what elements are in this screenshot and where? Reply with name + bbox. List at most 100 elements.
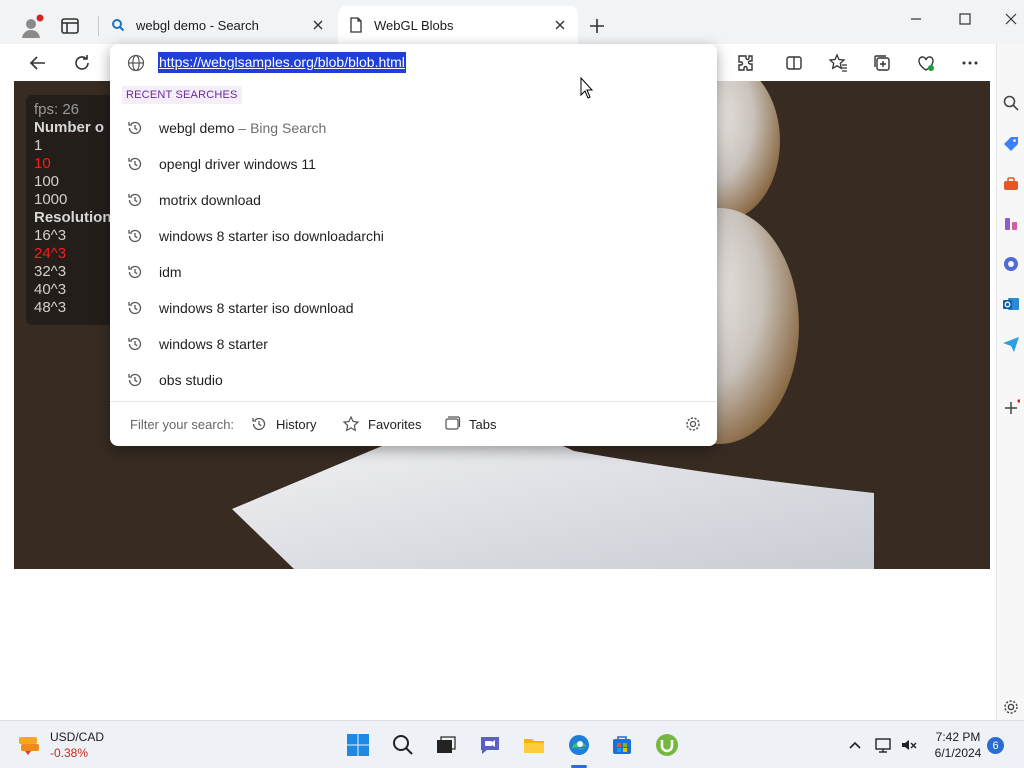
sidebar-settings-icon[interactable] — [1001, 697, 1021, 717]
teams-chat-icon[interactable] — [477, 732, 503, 758]
edge-sidebar — [996, 44, 1024, 720]
start-button[interactable] — [345, 732, 371, 758]
suggestion-text: idm — [159, 264, 182, 280]
address-bar-dropdown: https://webglsamples.org/blob/blob.html … — [110, 44, 717, 446]
history-icon — [126, 263, 144, 281]
widget-title[interactable]: USD/CAD — [50, 730, 104, 744]
volume-muted-icon[interactable] — [896, 732, 922, 758]
collections-icon[interactable] — [870, 51, 894, 75]
microsoft-365-icon[interactable] — [1001, 254, 1021, 274]
suggestion-item[interactable]: windows 8 starter iso downloadarchi — [110, 218, 717, 254]
suggestion-item[interactable]: windows 8 starter iso download — [110, 290, 717, 326]
minimize-button[interactable] — [903, 8, 929, 30]
add-sidebar-icon[interactable] — [1001, 398, 1021, 418]
suggestion-text: windows 8 starter — [159, 336, 268, 352]
shopping-tag-icon[interactable] — [1001, 134, 1021, 154]
close-tab-icon[interactable] — [310, 17, 326, 33]
clock-date[interactable]: 6/1/2024 — [930, 746, 986, 760]
suggestion-text: motrix download — [159, 192, 261, 208]
taskbar-search-icon[interactable] — [390, 732, 416, 758]
suggestion-query: webgl demo — [159, 120, 235, 136]
suggestion-query: opengl driver windows 11 — [159, 156, 316, 172]
filter-bar: Filter your search: History Favorites Ta… — [110, 402, 717, 446]
address-input[interactable]: https://webglsamples.org/blob/blob.html — [158, 52, 406, 73]
suggestion-item[interactable]: motrix download — [110, 182, 717, 218]
new-tab-button[interactable] — [586, 15, 608, 37]
suggestion-text: obs studio — [159, 372, 223, 388]
history-icon — [126, 191, 144, 209]
filter-tabs-button[interactable]: Tabs — [443, 414, 496, 434]
profile-icon[interactable] — [18, 13, 46, 41]
close-window-button[interactable] — [998, 8, 1024, 30]
globe-icon — [126, 53, 146, 73]
suggestion-item[interactable]: opengl driver windows 11 — [110, 146, 717, 182]
currency-widget-icon[interactable] — [16, 732, 42, 758]
suggestion-query: windows 8 starter — [159, 336, 268, 352]
suggestion-query: idm — [159, 264, 182, 280]
filter-label: Filter your search: — [130, 417, 235, 432]
tabs-icon — [445, 416, 461, 430]
history-icon — [252, 417, 266, 431]
back-button[interactable] — [26, 51, 50, 75]
search-settings-gear-icon[interactable] — [684, 415, 702, 433]
history-icon — [126, 119, 144, 137]
suggestion-query: windows 8 starter iso downloadarchi — [159, 228, 384, 244]
tab-webgl-demo-search[interactable]: webgl demo - Search — [100, 6, 336, 44]
file-explorer-icon[interactable] — [521, 732, 547, 758]
page-icon — [348, 17, 364, 33]
suggestion-text: windows 8 starter iso download — [159, 300, 354, 316]
widget-value: -0.38% — [50, 746, 89, 760]
browser-window: { "tabs": [ {"title": "webgl demo - Sear… — [0, 0, 1024, 768]
recent-searches-label: RECENT SEARCHES — [122, 86, 242, 104]
utorrent-icon[interactable] — [654, 732, 680, 758]
search-icon[interactable] — [1001, 93, 1021, 113]
chevron-up-icon[interactable] — [842, 732, 868, 758]
send-icon[interactable] — [1001, 334, 1021, 354]
split-screen-icon[interactable] — [782, 51, 806, 75]
mouse-cursor-icon — [580, 76, 594, 99]
suggestion-source: – Bing Search — [234, 120, 327, 136]
suggestion-text: webgl demo – Bing Search — [159, 120, 326, 136]
filter-history-button[interactable]: History — [250, 414, 316, 434]
suggestion-item[interactable]: idm — [110, 254, 717, 290]
filter-favorites-label: Favorites — [368, 416, 422, 432]
outlook-icon[interactable] — [1001, 294, 1021, 314]
notification-badge[interactable]: 6 — [987, 737, 1004, 754]
extensions-icon[interactable] — [733, 51, 757, 75]
tab-separator — [98, 16, 99, 36]
suggestion-text: opengl driver windows 11 — [159, 156, 316, 172]
browser-essentials-icon[interactable] — [914, 51, 938, 75]
history-icon — [126, 155, 144, 173]
filter-favorites-button[interactable]: Favorites — [342, 414, 421, 434]
search-icon — [110, 17, 126, 33]
clock-time[interactable]: 7:42 PM — [934, 730, 982, 744]
refresh-button[interactable] — [70, 51, 94, 75]
microsoft-store-icon[interactable] — [609, 732, 635, 758]
tab-title: WebGL Blobs — [374, 17, 454, 33]
suggestion-item[interactable]: obs studio — [110, 362, 717, 398]
network-icon[interactable] — [870, 732, 896, 758]
tab-webgl-blobs[interactable]: WebGL Blobs — [338, 6, 578, 44]
tab-actions-icon[interactable] — [58, 14, 82, 38]
star-icon — [342, 415, 360, 432]
more-options-icon[interactable] — [958, 51, 982, 75]
windows-taskbar: USD/CAD -0.38% 7:42 PM 6/1/2024 6 — [0, 720, 1024, 768]
tools-icon[interactable] — [1001, 174, 1021, 194]
tab-title: webgl demo - Search — [136, 17, 259, 33]
floor-surface — [232, 433, 874, 569]
history-icon — [126, 227, 144, 245]
close-tab-icon[interactable] — [552, 17, 568, 33]
suggestion-item[interactable]: webgl demo – Bing Search — [110, 110, 717, 146]
games-icon[interactable] — [1001, 214, 1021, 234]
history-icon — [126, 335, 144, 353]
task-view-icon[interactable] — [433, 732, 459, 758]
suggestion-query: motrix download — [159, 192, 261, 208]
favorites-icon[interactable] — [826, 51, 850, 75]
suggestion-item[interactable]: windows 8 starter — [110, 326, 717, 362]
maximize-button[interactable] — [952, 8, 978, 30]
history-icon — [126, 299, 144, 317]
suggestion-query: obs studio — [159, 372, 223, 388]
edge-browser-icon[interactable] — [566, 732, 592, 758]
suggestion-text: windows 8 starter iso downloadarchi — [159, 228, 384, 244]
history-icon — [126, 371, 144, 389]
